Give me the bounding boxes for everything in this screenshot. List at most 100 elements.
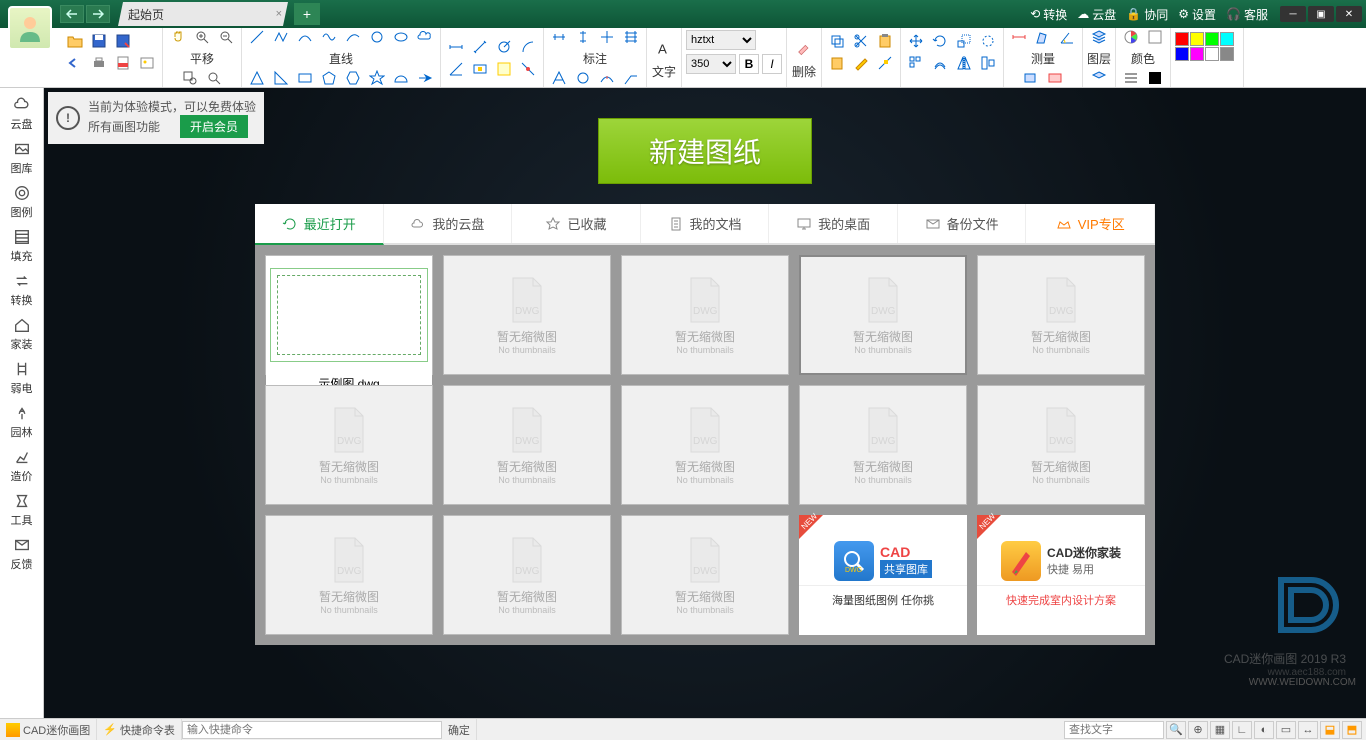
sidebar-convert[interactable]: 转换 bbox=[2, 268, 42, 312]
file-thumb-empty[interactable]: DWG暂无缩微图No thumbnails bbox=[621, 515, 789, 635]
file-thumb-empty[interactable]: DWG暂无缩微图No thumbnails bbox=[621, 385, 789, 505]
linetype-icon[interactable] bbox=[1144, 67, 1166, 89]
maximize-button[interactable]: ▣ bbox=[1308, 6, 1334, 22]
avatar[interactable] bbox=[8, 6, 52, 50]
polygon-icon[interactable] bbox=[318, 67, 340, 89]
erase-icon[interactable] bbox=[791, 35, 817, 61]
curve-icon[interactable] bbox=[342, 26, 364, 48]
dim-rad-icon[interactable] bbox=[517, 58, 539, 80]
swatch-white[interactable] bbox=[1205, 47, 1219, 61]
sidebar-home[interactable]: 家装 bbox=[2, 312, 42, 356]
tab-recent[interactable]: 最近打开 bbox=[255, 204, 384, 245]
mvol-icon[interactable] bbox=[1044, 67, 1066, 89]
semi-icon[interactable] bbox=[390, 67, 412, 89]
dim-h-icon[interactable] bbox=[445, 36, 467, 58]
swatch-green[interactable] bbox=[1205, 32, 1219, 46]
dim-arc-icon[interactable] bbox=[517, 36, 539, 58]
file-thumb-empty[interactable]: DWG暂无缩微图No thumbnails bbox=[621, 255, 789, 375]
rtriangle-icon[interactable] bbox=[270, 67, 292, 89]
tab-vip[interactable]: VIP专区 bbox=[1026, 204, 1155, 243]
dim-circ-icon[interactable] bbox=[493, 36, 515, 58]
file-thumb-empty[interactable]: DWG暂无缩微图No thumbnails bbox=[265, 515, 433, 635]
promo-cad-home[interactable]: NEW CAD迷你家装快捷 易用 快速完成室内设计方案 bbox=[977, 515, 1145, 635]
offset-icon[interactable] bbox=[929, 52, 951, 74]
tb-support[interactable]: 🎧 客服 bbox=[1222, 6, 1272, 23]
scale-icon[interactable] bbox=[953, 30, 975, 52]
match-icon[interactable] bbox=[874, 52, 896, 74]
file-thumb-empty[interactable]: DWG暂无缩微图No thumbnails bbox=[443, 515, 611, 635]
minimize-button[interactable]: ─ bbox=[1280, 6, 1306, 22]
command-input[interactable] bbox=[182, 721, 442, 739]
sidebar-tools[interactable]: 工具 bbox=[2, 488, 42, 532]
swatch-red[interactable] bbox=[1175, 32, 1189, 46]
sidebar-cloud[interactable]: 云盘 bbox=[2, 92, 42, 136]
pdf-icon[interactable] bbox=[112, 52, 134, 74]
sidebar-garden[interactable]: 园林 bbox=[2, 400, 42, 444]
cloud-icon[interactable] bbox=[414, 26, 436, 48]
undo-icon[interactable] bbox=[64, 52, 86, 74]
arrow-icon[interactable] bbox=[414, 67, 436, 89]
lineweight-icon[interactable] bbox=[1120, 67, 1142, 89]
sb-confirm[interactable]: 确定 bbox=[442, 719, 477, 740]
align-icon[interactable] bbox=[977, 52, 999, 74]
swatch-magenta[interactable] bbox=[1190, 47, 1204, 61]
sidebar-feedback[interactable]: 反馈 bbox=[2, 532, 42, 576]
file-thumb-empty[interactable]: DWG暂无缩微图No thumbnails bbox=[265, 385, 433, 505]
sb-snap-icon[interactable]: ▭ bbox=[1276, 721, 1296, 739]
size-select[interactable]: 350 bbox=[686, 54, 736, 74]
dim-v-icon[interactable] bbox=[572, 26, 594, 48]
new-drawing-button[interactable]: 新建图纸 bbox=[598, 118, 812, 184]
brush-icon[interactable] bbox=[850, 52, 872, 74]
sb-track-icon[interactable]: ↔ bbox=[1298, 721, 1318, 739]
file-thumb-empty[interactable]: DWG暂无缩微图No thumbnails bbox=[443, 385, 611, 505]
paste-icon[interactable] bbox=[874, 30, 896, 52]
dim-base-icon[interactable] bbox=[493, 58, 515, 80]
dim-ang-icon[interactable] bbox=[445, 58, 467, 80]
copy-icon[interactable] bbox=[826, 30, 848, 52]
sb-osnap-icon[interactable]: ⊕ bbox=[1188, 721, 1208, 739]
enable-vip-button[interactable]: 开启会员 bbox=[180, 115, 248, 138]
font-select[interactable]: hztxt bbox=[686, 30, 756, 50]
back-button[interactable] bbox=[60, 5, 84, 23]
dim-align-icon[interactable] bbox=[469, 36, 491, 58]
sidebar-hatch[interactable]: 填充 bbox=[2, 224, 42, 268]
sb-app[interactable]: CAD迷你画图 bbox=[0, 719, 97, 740]
dim-lin-icon[interactable] bbox=[548, 26, 570, 48]
zoomin-icon[interactable] bbox=[191, 26, 213, 48]
sb-ortho-icon[interactable]: ∟ bbox=[1232, 721, 1252, 739]
sb-polar-icon[interactable]: ◐ bbox=[1254, 721, 1274, 739]
triangle-icon[interactable] bbox=[246, 67, 268, 89]
spline-icon[interactable] bbox=[318, 26, 340, 48]
star-icon[interactable] bbox=[366, 67, 388, 89]
sidebar-cost[interactable]: 造价 bbox=[2, 444, 42, 488]
tab-backup[interactable]: 备份文件 bbox=[898, 204, 1027, 243]
sb-shortcut[interactable]: ⚡快捷命令表 bbox=[97, 719, 182, 740]
pan-hand-icon[interactable] bbox=[167, 26, 189, 48]
marea-icon[interactable] bbox=[1020, 67, 1042, 89]
saveas-icon[interactable] bbox=[112, 30, 134, 52]
pasteb-icon[interactable] bbox=[826, 52, 848, 74]
dim-cont-icon[interactable] bbox=[469, 58, 491, 80]
tab-fav[interactable]: 已收藏 bbox=[512, 204, 641, 243]
line-icon[interactable] bbox=[246, 26, 268, 48]
polyline-icon[interactable] bbox=[270, 26, 292, 48]
color-wheel-icon[interactable] bbox=[1120, 26, 1142, 48]
dim-ov-icon[interactable] bbox=[620, 26, 642, 48]
forward-button[interactable] bbox=[86, 5, 110, 23]
tab-cloud[interactable]: 我的云盘 bbox=[384, 204, 513, 243]
sb-search-icon[interactable]: 🔍 bbox=[1166, 721, 1186, 739]
swatch-yellow[interactable] bbox=[1190, 32, 1204, 46]
dim-vh-icon[interactable] bbox=[596, 26, 618, 48]
swatch-blue[interactable] bbox=[1175, 47, 1189, 61]
dim-a-icon[interactable] bbox=[548, 67, 570, 89]
file-thumb-empty[interactable]: DWG暂无缩微图No thumbnails bbox=[977, 385, 1145, 505]
ellipse-icon[interactable] bbox=[390, 26, 412, 48]
tab-start[interactable]: 起始页 × bbox=[118, 2, 288, 26]
stretch-icon[interactable] bbox=[977, 30, 999, 52]
tb-collab[interactable]: 🔒 协同 bbox=[1122, 6, 1172, 23]
close-button[interactable]: ✕ bbox=[1336, 6, 1362, 22]
zoomout-icon[interactable] bbox=[215, 26, 237, 48]
save-icon[interactable] bbox=[88, 30, 110, 52]
text-a-icon[interactable]: A bbox=[651, 35, 677, 61]
dist-icon[interactable] bbox=[1008, 26, 1030, 48]
